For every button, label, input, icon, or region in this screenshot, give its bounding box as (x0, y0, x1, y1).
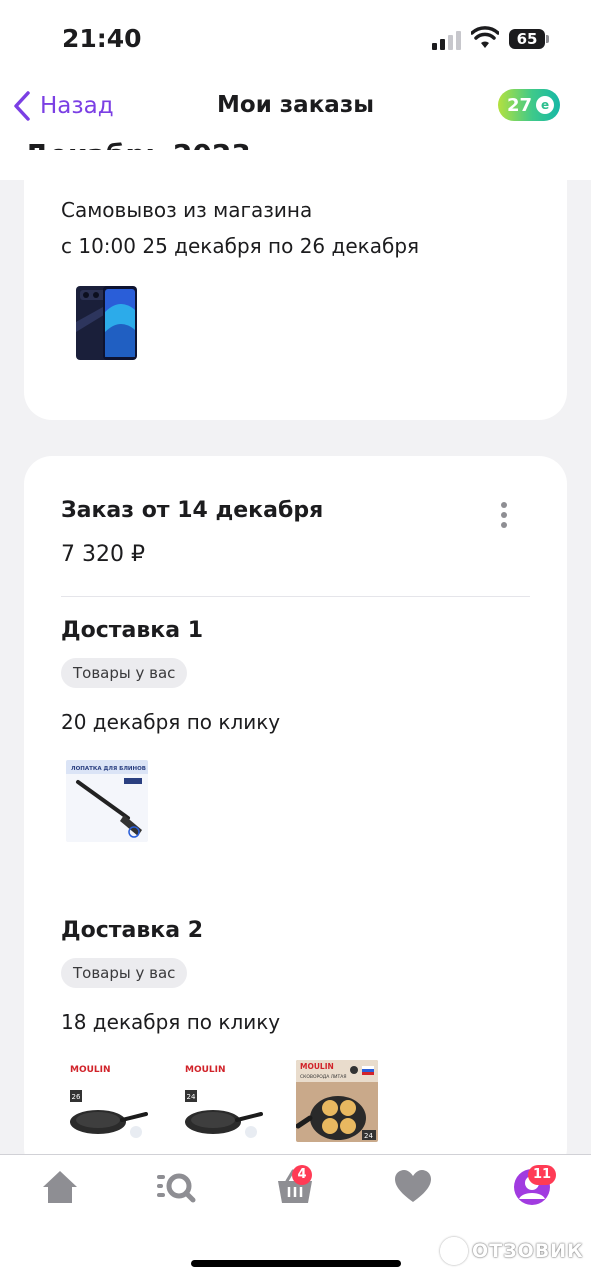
battery-tip (546, 35, 549, 43)
spatula-package-label: ЛОПАТКА ДЛЯ БЛИНОВ (71, 766, 146, 772)
spatula-thumbnail[interactable]: ЛОПАТКА ДЛЯ БЛИНОВ (66, 760, 148, 842)
pancake-pan-brand: MOULIN (300, 1062, 334, 1071)
delivery-type: Самовывоз из магазина (61, 198, 313, 222)
status-bar: 21:40 65 (0, 0, 591, 80)
more-options-icon[interactable] (496, 502, 512, 534)
home-icon[interactable] (40, 1167, 80, 1207)
frying-pan-26-thumbnail[interactable]: MOULIN 26 (66, 1060, 148, 1142)
pancake-pan-label: СКОВОРОДА ЛИТАЯ (300, 1074, 347, 1080)
order-card[interactable]: Заказ от 14 декабря 7 320 ₽ Доставка 1 Т… (24, 456, 567, 1176)
watermark: ОТЗОВИК (440, 1237, 584, 1265)
pan-2-brand: MOULIN (185, 1065, 226, 1075)
catalog-search-icon[interactable] (156, 1167, 196, 1207)
pancake-pan-size: 24 (364, 1132, 373, 1140)
delivery-2-title: Доставка 2 (61, 918, 204, 943)
cellular-signal-icon (432, 30, 464, 50)
delivery-1-title: Доставка 1 (61, 618, 204, 643)
pan-1-brand: MOULIN (70, 1065, 111, 1075)
order-price: 7 320 ₽ (61, 542, 145, 567)
favorites-heart-icon[interactable] (393, 1167, 433, 1207)
delivery-1-date: 20 декабря по клику (61, 710, 281, 734)
bonus-count: 27 (507, 94, 533, 116)
frying-pan-24-thumbnail[interactable]: MOULIN 24 (181, 1060, 263, 1142)
home-indicator (191, 1260, 401, 1267)
delivery-window: с 10:00 25 декабря по 26 декабря (61, 234, 420, 258)
profile-badge: 11 (528, 1165, 557, 1185)
status-time: 21:40 (62, 24, 142, 53)
cart-badge: 4 (292, 1165, 312, 1185)
pancake-pan-thumbnail[interactable]: MOULIN СКОВОРОДА ЛИТАЯ 24 (296, 1060, 378, 1142)
wifi-icon (471, 26, 499, 48)
divider (61, 596, 530, 597)
battery-icon: 65 (509, 29, 545, 49)
pan-2-size: 24 (187, 1093, 196, 1101)
delivery-2-date: 18 декабря по клику (61, 1010, 281, 1034)
delivery-1-status-badge: Товары у вас (61, 658, 188, 688)
watermark-logo-icon (440, 1237, 468, 1265)
pan-1-size: 26 (72, 1093, 81, 1101)
bonus-badge[interactable]: 27 е (498, 89, 560, 121)
bonus-coin-icon: е (536, 96, 555, 114)
order-title: Заказ от 14 декабря (61, 498, 324, 523)
watermark-text: ОТЗОВИК (472, 1240, 584, 1262)
delivery-2-status-badge: Товары у вас (61, 958, 188, 988)
smartphone-thumbnail[interactable] (72, 282, 142, 364)
order-card-previous[interactable]: Самовывоз из магазина с 10:00 25 декабря… (24, 150, 567, 420)
